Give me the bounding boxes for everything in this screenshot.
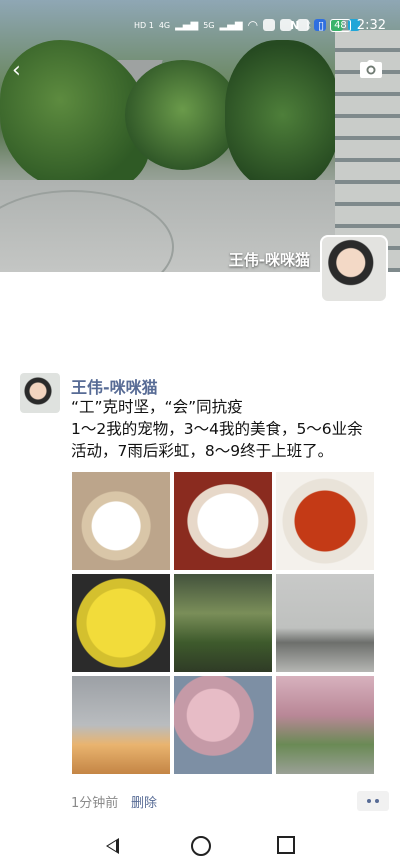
clock: 2:32 [356,18,386,33]
delete-button[interactable]: 删除 [131,792,157,811]
post-text: “工”克时坚，“会”同抗疫 1～2我的宠物，3～4我的美食，5～6业余 活动，7… [71,396,389,462]
cover-user-name: 王伟-咪咪猫 [228,251,310,269]
post-photo[interactable] [174,676,272,774]
post-text-line: 活动，7雨后彩虹，8～9终于上班了。 [71,442,334,460]
status-bar: HD 1 4G ▂▄▆ 5G ▂▄▆ ◠ N ᛒ ▯ 48 2:32 [0,18,400,42]
post-photo[interactable] [72,676,170,774]
system-navbar [0,820,400,866]
post-author[interactable]: 王伟-咪咪猫 [71,374,158,398]
nav-recent-apps-icon[interactable] [277,836,295,854]
avatar[interactable] [20,373,60,413]
nfc-icon: N [290,19,300,32]
post-photo[interactable] [276,676,374,774]
qq-icon [263,19,276,31]
post-photo[interactable] [72,574,170,672]
signal-icon: ▂▄▆ [219,19,243,31]
post-photo[interactable] [276,574,374,672]
cover-trees [125,60,240,170]
camera-icon[interactable] [360,60,382,78]
cover-avatar[interactable] [320,235,388,303]
network-label: 5G [203,20,215,30]
bluetooth-icon: ᛒ [305,19,312,32]
battery-indicator: 48 [330,19,351,32]
post-text-line: 1～2我的宠物，3～4我的美食，5～6业余 [71,420,363,438]
dot-icon [367,799,371,803]
post-photo[interactable] [72,472,170,570]
network-label: 4G [158,20,171,30]
cover-trees [225,40,340,190]
nav-back-icon[interactable] [106,838,119,854]
more-options-button[interactable] [357,791,389,811]
post-text-line: “工”克时坚，“会”同抗疫 [71,398,243,416]
vibrate-icon: ▯ [318,19,325,32]
signal-icon: ▂▄▆ [175,19,199,31]
back-icon[interactable]: ‹ [12,60,32,82]
post-time: 1分钟前 [71,796,119,811]
post-photo[interactable] [174,574,272,672]
dot-icon [375,799,379,803]
post-photo[interactable] [276,472,374,570]
post-photo[interactable] [174,472,272,570]
nav-home-icon[interactable] [191,836,211,856]
wifi-icon: ◠ [247,18,259,32]
sim-label: HD 1 [134,20,154,30]
status-right: N ᛒ ▯ 48 2:32 [290,18,386,33]
